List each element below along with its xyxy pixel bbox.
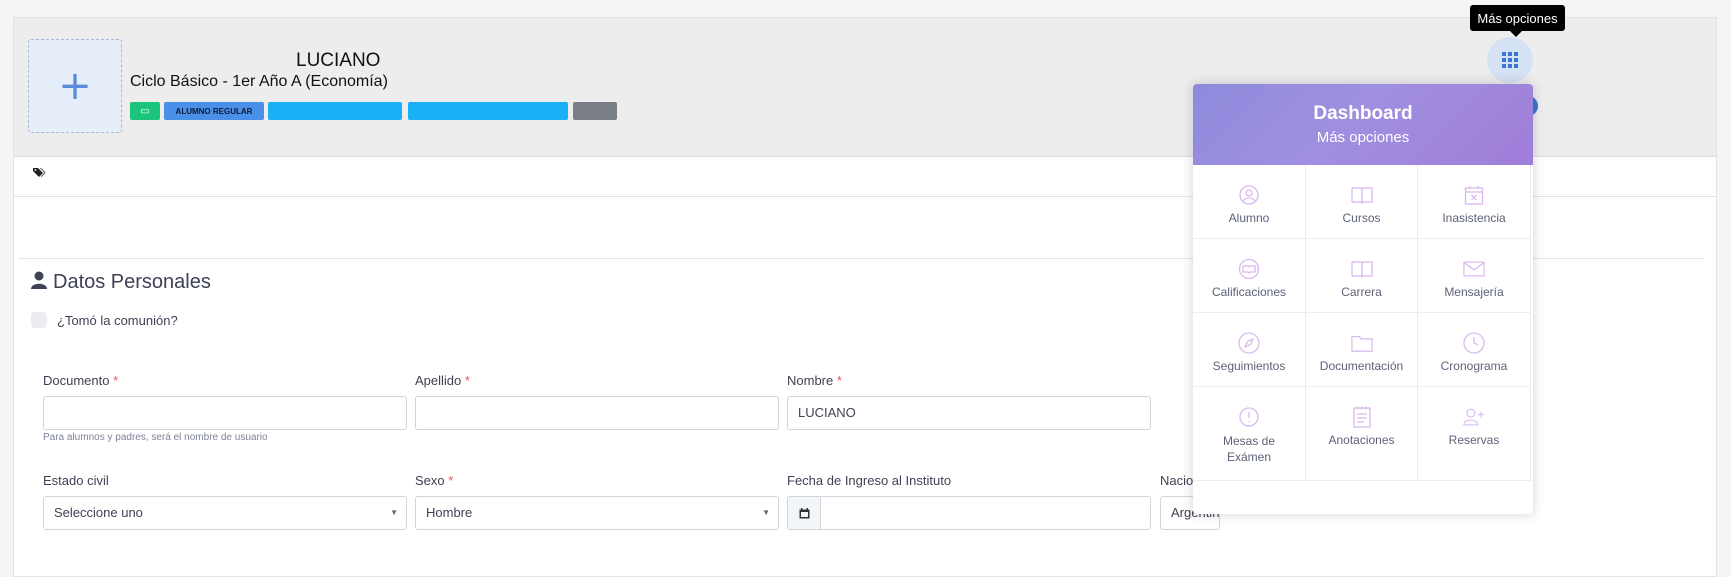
documento-label-text: Documento <box>43 373 110 388</box>
student-name: LUCIANO <box>296 50 381 71</box>
more-options-button[interactable] <box>1487 37 1533 83</box>
required-mark: * <box>836 373 842 388</box>
info-badge-3 <box>573 102 617 120</box>
caret-down-icon: ▼ <box>762 508 770 517</box>
estado-civil-select[interactable]: Seleccione uno ▼ <box>43 496 407 530</box>
tile-calificaciones[interactable]: Calificaciones <box>1193 239 1306 313</box>
estado-civil-label: Estado civil <box>43 473 109 488</box>
notepad-icon <box>1351 406 1373 428</box>
clock-icon <box>1463 332 1485 354</box>
envelope-icon <box>1463 259 1485 279</box>
info-badge-1 <box>268 102 402 120</box>
fecha-ingreso-input[interactable] <box>820 496 1151 530</box>
calendar-icon[interactable] <box>787 496 821 530</box>
tile-label: Documentación <box>1319 359 1404 373</box>
fecha-ingreso-label: Fecha de Ingreso al Instituto <box>787 473 952 488</box>
documento-help: Para alumnos y padres, será el nombre de… <box>43 432 268 443</box>
dropdown-header: Dashboard Más opciones <box>1193 84 1533 165</box>
tile-seguimientos[interactable]: Seguimientos <box>1193 313 1306 387</box>
section-title: Datos Personales <box>31 271 211 294</box>
documento-input[interactable] <box>43 396 407 430</box>
user-icon <box>31 271 47 294</box>
book-open-icon <box>1350 185 1373 205</box>
apellido-label-text: Apellido <box>415 373 462 388</box>
communion-label: ¿Tomó la comunión? <box>57 312 178 328</box>
status-badge: ALUMNO REGULAR <box>164 102 264 120</box>
tile-label: Alumno <box>1228 211 1270 225</box>
tile-label: Inasistencia <box>1442 211 1506 225</box>
calendar-x-icon <box>1463 185 1485 205</box>
folder-icon <box>1350 333 1373 353</box>
section-title-text: Datos Personales <box>53 271 211 293</box>
tile-label: Anotaciones <box>1328 433 1395 447</box>
apellido-label: Apellido * <box>415 373 470 388</box>
avatar-upload[interactable]: + <box>28 39 122 133</box>
tile-label: Mensajería <box>1444 285 1504 299</box>
tile-label: Carrera <box>1341 285 1382 299</box>
checkbox-box[interactable] <box>31 312 47 328</box>
compass-icon <box>1238 332 1260 354</box>
documento-label: Documento * <box>43 373 118 388</box>
dropdown-title: Dashboard <box>1313 103 1413 124</box>
more-options-dropdown: Dashboard Más opciones Alumno Cursos Ina… <box>1193 84 1533 514</box>
required-mark: * <box>113 373 119 388</box>
tile-label: Cronograma <box>1440 359 1508 373</box>
book-icon <box>1350 259 1373 279</box>
estado-civil-value: Seleccione uno <box>54 505 143 520</box>
required-mark: * <box>448 473 454 488</box>
tile-mesas-examen[interactable]: Mesas de Exámen <box>1193 387 1306 481</box>
monitor-badge: ▭ <box>130 102 160 120</box>
nombre-input[interactable]: LUCIANO <box>787 396 1151 430</box>
tile-label: Seguimientos <box>1212 359 1286 373</box>
communion-checkbox[interactable]: ¿Tomó la comunión? <box>31 312 178 328</box>
sexo-label-text: Sexo <box>415 473 445 488</box>
tile-mensajeria[interactable]: Mensajería <box>1418 239 1531 313</box>
tile-reservas[interactable]: Reservas <box>1418 387 1531 481</box>
tags-icon[interactable] <box>33 167 46 181</box>
apellido-input[interactable] <box>415 396 779 430</box>
info-badge-2 <box>408 102 568 120</box>
tile-alumno[interactable]: Alumno <box>1193 165 1306 239</box>
tile-inasistencia[interactable]: Inasistencia <box>1418 165 1531 239</box>
tile-label: Cursos <box>1342 211 1381 225</box>
monitor-icon: ▭ <box>140 105 150 117</box>
grades-icon <box>1238 259 1260 279</box>
dropdown-tiles: Alumno Cursos Inasistencia Calificacione… <box>1193 165 1533 481</box>
info-circle-icon <box>1238 407 1260 427</box>
sexo-value: Hombre <box>426 505 473 520</box>
dropdown-subtitle: Más opciones <box>1316 129 1410 146</box>
apps-grid-icon <box>1502 52 1518 68</box>
tile-label: Calificaciones <box>1211 285 1287 299</box>
student-course: Ciclo Básico - 1er Año A (Economía) <box>130 73 388 90</box>
nombre-label: Nombre * <box>787 373 842 388</box>
tooltip: Más opciones <box>1470 5 1565 37</box>
tile-documentacion[interactable]: Documentación <box>1306 313 1418 387</box>
required-mark: * <box>464 373 470 388</box>
user-circle-icon <box>1238 185 1260 205</box>
tile-cronograma[interactable]: Cronograma <box>1418 313 1531 387</box>
nombre-label-text: Nombre <box>787 373 834 388</box>
tile-carrera[interactable]: Carrera <box>1306 239 1418 313</box>
caret-down-icon: ▼ <box>390 508 398 517</box>
user-plus-icon <box>1463 407 1485 427</box>
tile-label: Reservas <box>1448 433 1500 447</box>
nacionalidad-label: Nacio <box>1160 473 1194 488</box>
sexo-label: Sexo * <box>415 473 453 488</box>
plus-icon: + <box>58 63 92 109</box>
tile-label: Mesas de Exámen <box>1222 434 1276 464</box>
tile-anotaciones[interactable]: Anotaciones <box>1306 387 1418 481</box>
tile-cursos[interactable]: Cursos <box>1306 165 1418 239</box>
sexo-select[interactable]: Hombre ▼ <box>415 496 779 530</box>
